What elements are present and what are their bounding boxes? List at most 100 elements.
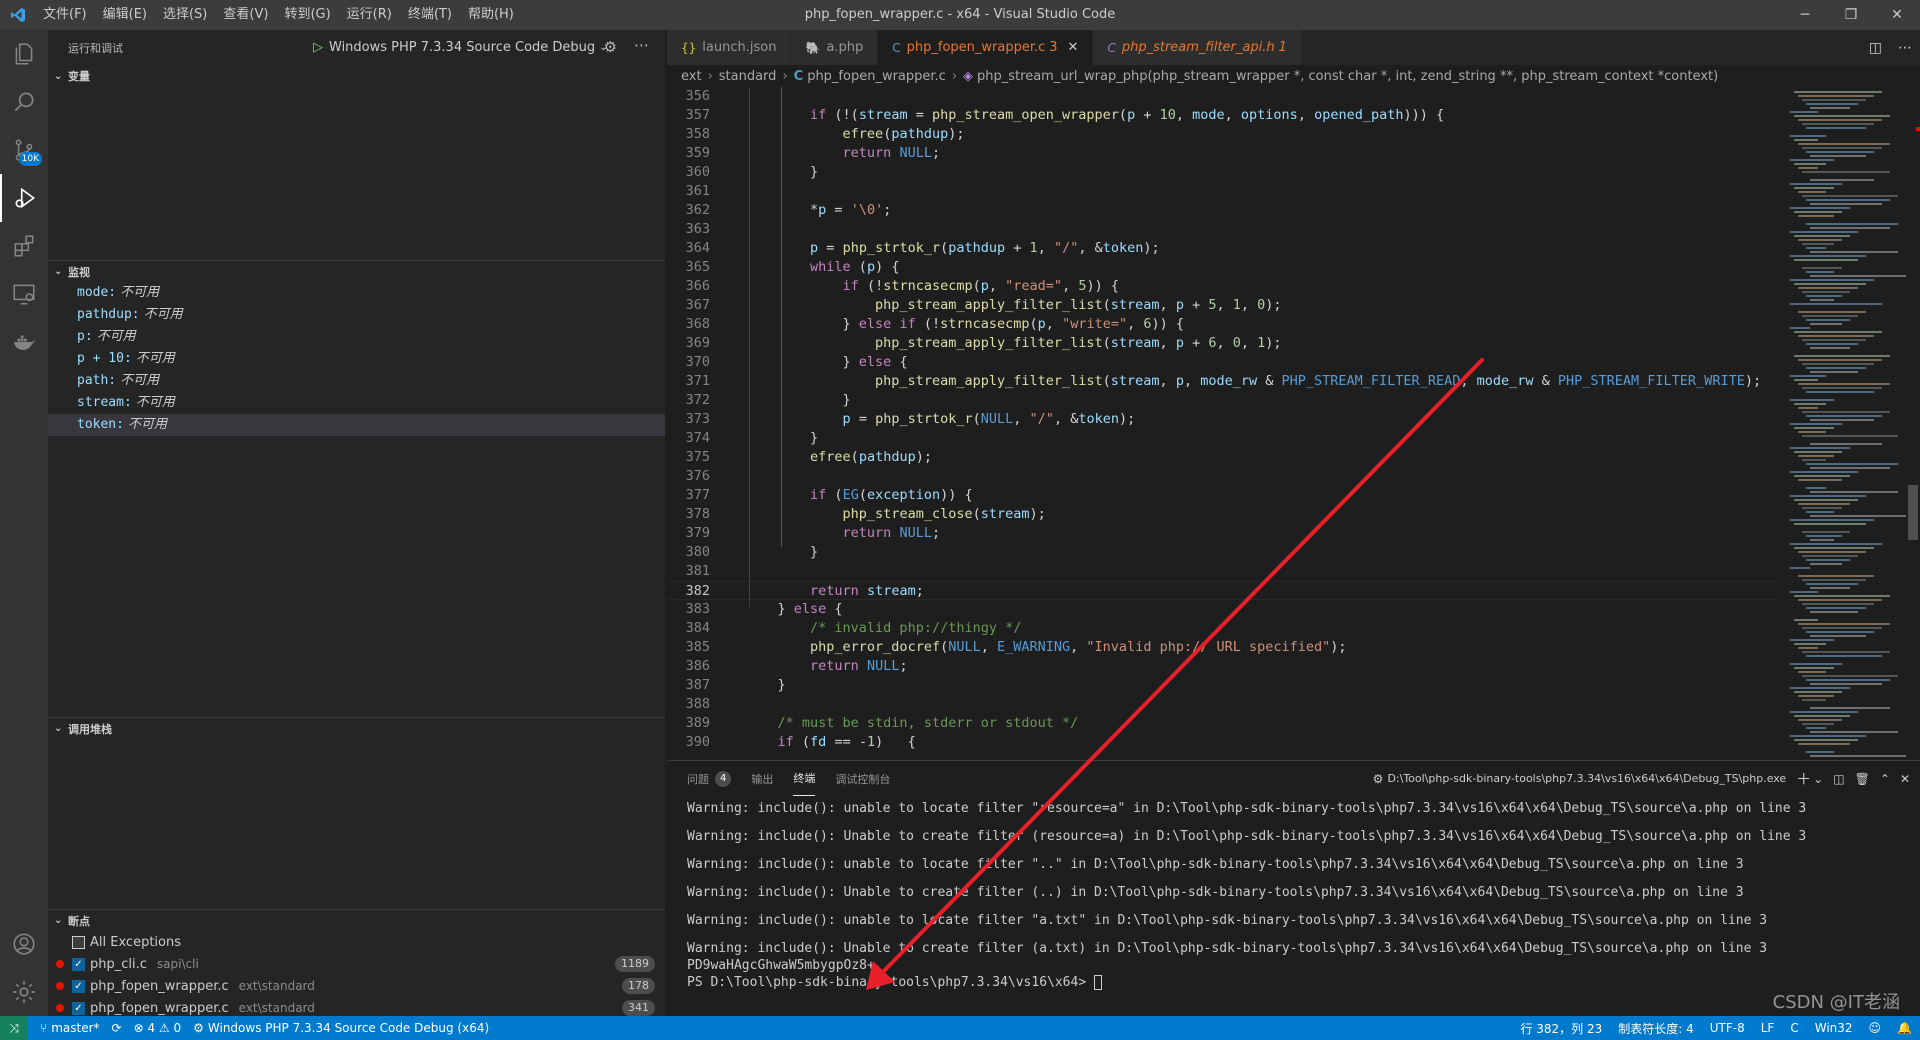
tab-php-stream-filter-api-h[interactable]: Cphp_stream_filter_api.h 1 xyxy=(1093,30,1302,65)
code-line[interactable]: 387 } xyxy=(667,676,1777,695)
code-line[interactable]: 367 php_stream_apply_filter_list(stream,… xyxy=(667,296,1777,315)
sync-icon[interactable]: ⟳ xyxy=(112,1021,122,1035)
encoding[interactable]: UTF-8 xyxy=(1710,1021,1745,1035)
kill-terminal-icon[interactable]: 🗑 xyxy=(1855,772,1870,786)
breadcrumb-ext[interactable]: ext xyxy=(681,69,702,84)
feedback-icon[interactable]: ☺ xyxy=(1869,1021,1882,1035)
breakpoint-item[interactable]: ✓ php_fopen_wrapper.c ext\standard 178 xyxy=(48,975,665,997)
code-line[interactable]: 356 xyxy=(667,87,1777,106)
manage-gear-icon[interactable] xyxy=(0,968,48,1016)
code-line[interactable]: 378 php_stream_close(stream); xyxy=(667,505,1777,524)
code-line[interactable]: 382 return stream; xyxy=(667,581,1777,600)
code-line[interactable]: 373 p = php_strtok_r(NULL, "/", &token); xyxy=(667,410,1777,429)
code-line[interactable]: 370 } else { xyxy=(667,353,1777,372)
chevron-down-icon[interactable]: ⌄ xyxy=(1813,772,1823,786)
code-line[interactable]: 380 } xyxy=(667,543,1777,562)
code-line[interactable]: 371 php_stream_apply_filter_list(stream,… xyxy=(667,372,1777,391)
debug-status[interactable]: ⚙ Windows PHP 7.3.34 Source Code Debug (… xyxy=(193,1021,489,1035)
more-actions-icon[interactable]: ⋯ xyxy=(634,36,649,54)
menu-item[interactable]: 文件(F) xyxy=(35,0,95,30)
code-line[interactable]: 358 efree(pathdup); xyxy=(667,125,1777,144)
breakpoint-checkbox[interactable]: ✓ xyxy=(72,957,85,971)
panel-tab[interactable]: 终端 xyxy=(793,761,816,796)
menu-item[interactable]: 查看(V) xyxy=(215,0,276,30)
code-line[interactable]: 375 efree(pathdup); xyxy=(667,448,1777,467)
branch-status[interactable]: ⑂ master* xyxy=(40,1021,100,1035)
breakpoint-checkbox[interactable]: ✓ xyxy=(72,979,85,993)
editor-scrollbar[interactable] xyxy=(1906,87,1920,760)
code-line[interactable]: 364 p = php_strtok_r(pathdup + 1, "/", &… xyxy=(667,239,1777,258)
terminal-name[interactable]: D:\Tool\php-sdk-binary-tools\php7.3.34\v… xyxy=(1387,772,1786,785)
account-icon[interactable] xyxy=(0,920,48,968)
code-line[interactable]: 368 } else if (!strncasecmp(p, "write=",… xyxy=(667,315,1777,334)
code-line[interactable]: 388 xyxy=(667,695,1777,714)
code-line[interactable]: 361 xyxy=(667,182,1777,201)
panel-tab[interactable]: 问题 4 xyxy=(687,761,732,796)
problems-status[interactable]: ⊗ 4 ⚠ 0 xyxy=(134,1021,182,1035)
debug-config-select[interactable]: ▷ Windows PHP 7.3.34 Source Code Debug ⌄ xyxy=(313,36,608,58)
menu-item[interactable]: 帮助(H) xyxy=(460,0,522,30)
menu-item[interactable]: 终端(T) xyxy=(400,0,460,30)
watch-item[interactable]: p + 10: 不可用 xyxy=(48,348,665,370)
tab-a-php[interactable]: 🐘 a.php xyxy=(791,30,879,65)
code-line[interactable]: 357 if (!(stream = php_stream_open_wrapp… xyxy=(667,106,1777,125)
new-terminal-icon[interactable]: ＋ xyxy=(1796,768,1811,789)
code-line[interactable]: 386 return NULL; xyxy=(667,657,1777,676)
search-icon[interactable] xyxy=(0,78,48,126)
watch-item[interactable]: pathdup: 不可用 xyxy=(48,304,665,326)
code-line[interactable]: 360 } xyxy=(667,163,1777,182)
code-line[interactable]: 390 if (fd == -1) { xyxy=(667,733,1777,752)
code-line[interactable]: 374 } xyxy=(667,429,1777,448)
split-terminal-icon[interactable]: ◫ xyxy=(1833,772,1844,786)
code-line[interactable]: 376 xyxy=(667,467,1777,486)
callstack-section-header[interactable]: ⌄ 调用堆栈 xyxy=(48,717,665,739)
breakpoint-item[interactable]: All Exceptions xyxy=(48,931,665,953)
watch-item[interactable]: stream: 不可用 xyxy=(48,392,665,414)
code-line[interactable]: 381 xyxy=(667,562,1777,581)
variables-section-header[interactable]: ⌄ 变量 xyxy=(48,65,665,87)
code-line[interactable]: 362 *p = '\0'; xyxy=(667,201,1777,220)
cursor-position[interactable]: 行 382，列 23 xyxy=(1520,1020,1602,1037)
code-line[interactable]: 369 php_stream_apply_filter_list(stream,… xyxy=(667,334,1777,353)
close-tab-icon[interactable]: ✕ xyxy=(1068,40,1079,55)
minimize-button[interactable]: ─ xyxy=(1782,0,1828,30)
code-line[interactable]: 366 if (!strncasecmp(p, "read=", 5)) { xyxy=(667,277,1777,296)
end-of-line[interactable]: LF xyxy=(1761,1021,1775,1035)
tab-php-fopen-wrapper-c[interactable]: Cphp_fopen_wrapper.c 3 ✕ xyxy=(878,30,1094,65)
code-line[interactable]: 377 if (EG(exception)) { xyxy=(667,486,1777,505)
menu-item[interactable]: 转到(G) xyxy=(276,0,338,30)
close-panel-icon[interactable]: ✕ xyxy=(1900,772,1910,786)
code-line[interactable]: 385 php_error_docref(NULL, E_WARNING, "I… xyxy=(667,638,1777,657)
code-line[interactable]: 389 /* must be stdin, stderr or stdout *… xyxy=(667,714,1777,733)
minimap[interactable] xyxy=(1782,87,1906,760)
run-debug-icon[interactable] xyxy=(0,174,48,222)
code-line[interactable]: 365 while (p) { xyxy=(667,258,1777,277)
breadcrumb-standard[interactable]: standard xyxy=(719,69,777,84)
code-line[interactable]: 363 xyxy=(667,220,1777,239)
restore-button[interactable]: ❐ xyxy=(1828,0,1874,30)
panel-tab[interactable]: 调试控制台 xyxy=(835,761,890,796)
start-debug-icon[interactable]: ▷ xyxy=(313,40,323,55)
code-editor[interactable]: 356 357 if (!(stream = php_stream_open_wr… xyxy=(667,87,1777,760)
watch-item[interactable]: token: 不可用 xyxy=(48,414,665,436)
platform[interactable]: Win32 xyxy=(1815,1021,1853,1035)
code-line[interactable]: 384 /* invalid php://thingy */ xyxy=(667,619,1777,638)
breakpoint-checkbox[interactable]: ✓ xyxy=(72,1001,85,1015)
breakpoints-section-header[interactable]: ⌄ 断点 xyxy=(48,909,665,931)
language-mode[interactable]: C xyxy=(1790,1021,1798,1035)
tab-launch-json[interactable]: {} launch.json xyxy=(667,30,792,65)
code-line[interactable]: 379 return NULL; xyxy=(667,524,1777,543)
breadcrumb-symbol[interactable]: php_stream_url_wrap_php(php_stream_wrapp… xyxy=(977,69,1718,84)
indentation[interactable]: 制表符长度: 4 xyxy=(1618,1020,1694,1037)
source-control-icon[interactable]: 10K xyxy=(0,126,48,174)
scroll-thumb[interactable] xyxy=(1908,485,1918,540)
code-line[interactable]: 372 } xyxy=(667,391,1777,410)
debug-settings-gear-icon[interactable]: ⚙ xyxy=(604,38,617,56)
terminal-prompt-line[interactable]: PS D:\Tool\php-sdk-binary-tools\php7.3.3… xyxy=(687,974,1920,991)
remote-indicator-icon[interactable]: ⤨ xyxy=(0,1016,28,1040)
extensions-icon[interactable] xyxy=(0,222,48,270)
panel-tab[interactable]: 输出 xyxy=(751,761,773,796)
menu-item[interactable]: 编辑(E) xyxy=(95,0,155,30)
watch-section-header[interactable]: ⌄ 监视 xyxy=(48,260,665,282)
code-line[interactable]: 383 } else { xyxy=(667,600,1777,619)
